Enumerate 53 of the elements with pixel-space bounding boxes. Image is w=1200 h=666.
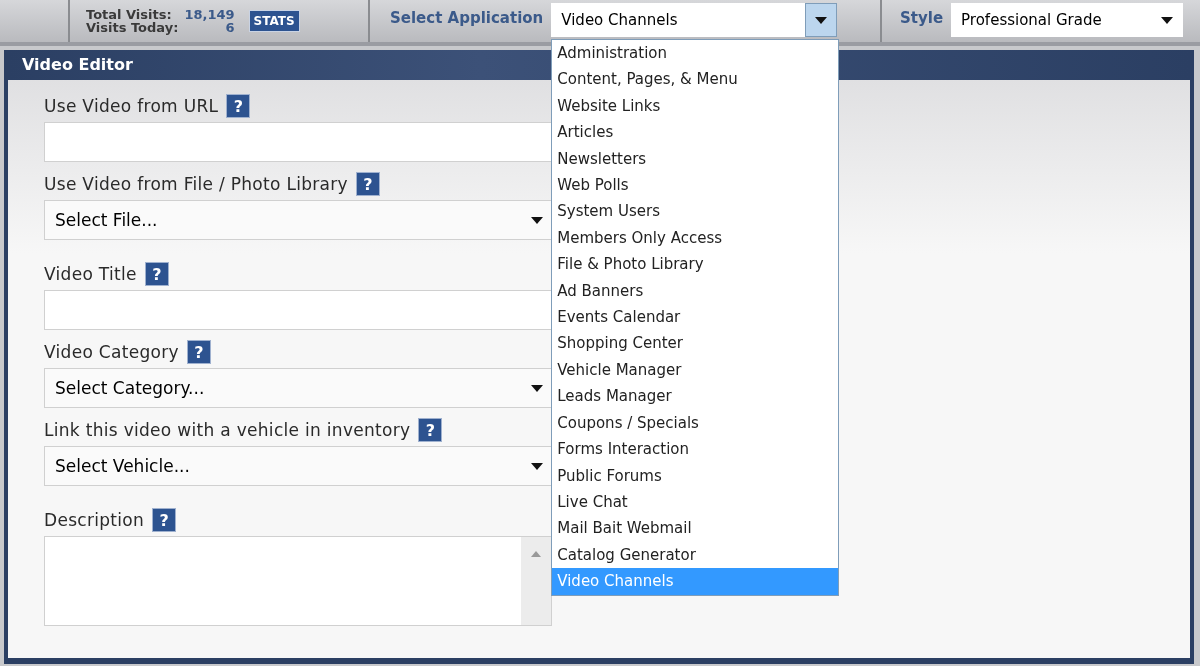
text-field[interactable]	[44, 122, 552, 162]
application-select[interactable]: Video Channels	[551, 3, 838, 37]
dropdown-option[interactable]: Shopping Center	[552, 330, 839, 357]
stat-value: 18,149	[184, 8, 235, 21]
dropdown-option[interactable]: Vehicle Manager	[552, 356, 839, 384]
scroll-up-icon[interactable]	[531, 551, 541, 557]
dropdown-option[interactable]: Live Chat	[552, 488, 839, 516]
dropdown-option[interactable]: Catalog Generator	[552, 541, 839, 569]
scrollbar[interactable]	[521, 537, 551, 625]
dropdown-option[interactable]: Web Polls	[552, 172, 839, 199]
field-label: Use Video from File / Photo Library	[44, 174, 348, 194]
dropdown-option[interactable]: Ad Banners	[552, 277, 839, 305]
dropdown-option[interactable]: Public Forums	[552, 462, 839, 489]
help-button[interactable]: ?	[226, 94, 251, 118]
field-label: Video Category	[44, 342, 179, 362]
caret-icon	[815, 16, 828, 24]
select-field[interactable]: Select Vehicle...	[44, 446, 552, 486]
dropdown-option[interactable]: Newsletters	[552, 145, 839, 173]
dropdown-option[interactable]: Members Only Access	[552, 224, 839, 252]
text-area[interactable]	[44, 536, 552, 626]
select-field[interactable]: Select Category...	[44, 368, 552, 408]
field-label: Description	[44, 510, 145, 530]
help-button[interactable]: ?	[418, 418, 443, 442]
dropdown-option[interactable]: Leads Manager	[552, 383, 839, 410]
dropdown-option[interactable]: Coupons / Specials	[552, 409, 839, 437]
stat-label: Total Visits:	[86, 8, 173, 21]
stat-label: Visits Today:	[86, 21, 179, 34]
style-label: Style	[900, 8, 944, 27]
dropdown-option[interactable]: Forms Interaction	[552, 436, 839, 463]
help-button[interactable]: ?	[144, 262, 169, 286]
dropdown-option[interactable]: File & Photo Library	[552, 251, 839, 278]
select-field[interactable]: Select File...	[44, 200, 552, 240]
stats-button[interactable]: STATS	[248, 10, 300, 32]
dropdown-option[interactable]: Mail Bait Webmail	[552, 515, 839, 542]
help-button[interactable]: ?	[152, 508, 177, 532]
dropdown-button[interactable]	[805, 3, 838, 37]
dropdown-option[interactable]: Events Calendar	[552, 304, 839, 331]
field-label: Use Video from URL	[44, 96, 219, 116]
caret-icon	[531, 462, 543, 470]
caret-icon	[1161, 16, 1174, 24]
help-button[interactable]: ?	[356, 172, 380, 196]
style-select[interactable]: Professional Grade	[951, 3, 1184, 37]
field-label: Link this video with a vehicle in inventory	[44, 420, 411, 440]
stat-value: 6	[225, 21, 235, 34]
dropdown-option[interactable]: Articles	[552, 119, 839, 146]
caret-icon	[531, 384, 543, 392]
field-label: Video Title	[44, 264, 137, 284]
caret-icon	[531, 216, 543, 224]
dropdown-option[interactable]: Website Links	[552, 92, 839, 120]
help-button[interactable]: ?	[186, 340, 211, 364]
dropdown-option[interactable]: System Users	[552, 198, 839, 225]
text-field[interactable]	[44, 290, 552, 330]
application-label: Select Application	[390, 8, 544, 27]
